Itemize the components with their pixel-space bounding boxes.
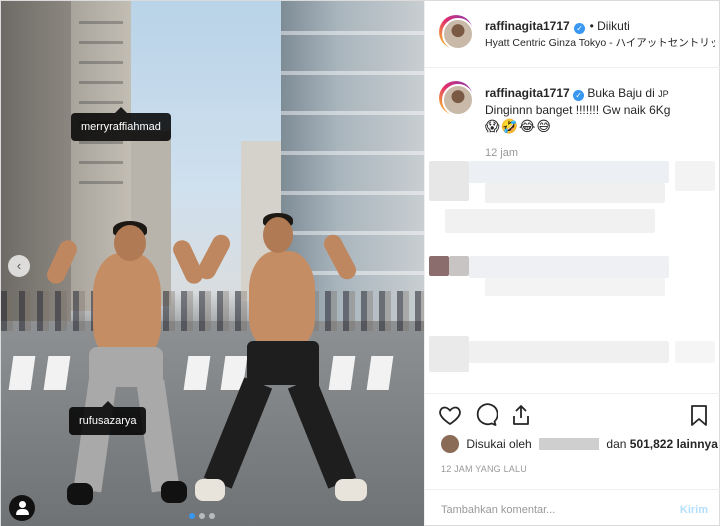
post-side-panel: raffinagita1717 ✓ • Diikuti Hyatt Centri…: [424, 1, 720, 526]
bookmark-icon[interactable]: [687, 403, 711, 427]
action-section: Disukai oleh dan 501,822 lainnya 12 JAM …: [425, 393, 720, 526]
user-tag-icon[interactable]: [9, 495, 35, 521]
caption-text-2: Dinginnn banget !!!!!!! Gw naik 6Kg: [485, 103, 671, 117]
likes-summary: Disukai oleh dan 501,822 lainnya: [441, 435, 718, 453]
caption-text-1: Buka Baju di: [587, 86, 655, 100]
user-tag-rufusazarya[interactable]: rufusazarya: [69, 401, 147, 435]
caption-avatar[interactable]: [439, 81, 474, 116]
post-date[interactable]: 12 JAM YANG LALU: [441, 464, 527, 474]
comment-input[interactable]: [441, 504, 661, 516]
likes-suffix[interactable]: lainnya: [677, 437, 718, 451]
caption-jp-badge: JP: [658, 89, 669, 99]
carousel-dot: [209, 513, 215, 519]
follow-status[interactable]: • Diikuti: [590, 19, 630, 33]
share-icon[interactable]: [509, 403, 533, 427]
liker-avatar[interactable]: [441, 435, 459, 453]
caption-time: 12 jam: [485, 147, 519, 159]
verified-badge-icon: ✓: [574, 23, 586, 34]
likes-count[interactable]: 501,822: [630, 437, 673, 451]
caption-emojis: 😱🤣😂😅: [485, 118, 552, 134]
author-username[interactable]: raffinagita1717: [485, 19, 570, 33]
carousel-dot: [189, 513, 195, 519]
liked-by-suffix: dan: [606, 437, 627, 451]
avatar[interactable]: [439, 15, 474, 50]
comment-bar: Kirim: [425, 489, 720, 526]
liked-by-prefix: Disukai oleh: [466, 437, 532, 451]
comment-icon[interactable]: [474, 403, 498, 427]
user-tag-merryraffiahmad[interactable]: merryraffiahmad: [71, 107, 171, 141]
heart-icon[interactable]: [438, 403, 462, 427]
location-link[interactable]: Hyatt Centric Ginza Tokyo - ハイアットセントリック銀…: [485, 35, 715, 50]
chevron-left-icon[interactable]: ‹: [8, 255, 30, 277]
verified-badge-icon: ✓: [573, 90, 585, 101]
caption: raffinagita1717 ✓ Buka Baju di JP Dingin…: [485, 85, 715, 135]
post-photo[interactable]: merryraffiahmad rufusazarya ‹: [1, 1, 424, 526]
post-header: raffinagita1717 ✓ • Diikuti Hyatt Centri…: [425, 1, 720, 68]
post-dialog: merryraffiahmad rufusazarya ‹ raffinagit…: [0, 0, 720, 526]
crowd: [1, 291, 424, 331]
liker-username-redacted[interactable]: [539, 438, 600, 450]
carousel-dots: [189, 513, 215, 519]
caption-username[interactable]: raffinagita1717: [485, 86, 570, 100]
post-comment-button[interactable]: Kirim: [680, 504, 708, 516]
carousel-dot: [199, 513, 205, 519]
author-line: raffinagita1717 ✓ • Diikuti: [485, 17, 630, 35]
